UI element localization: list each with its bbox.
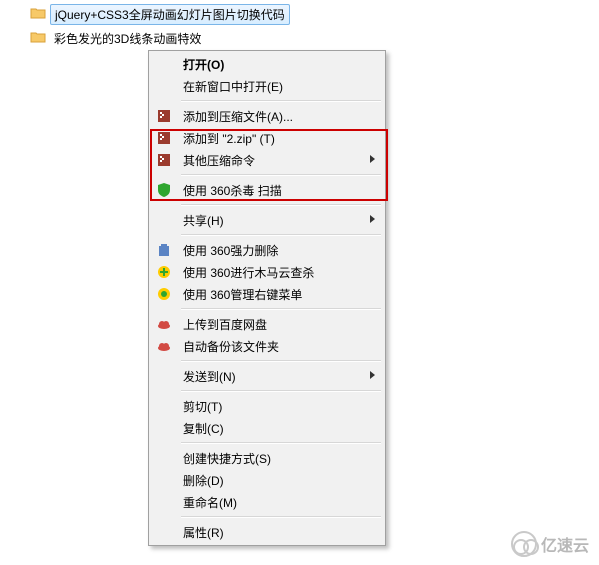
menu-separator — [181, 100, 381, 102]
menu-separator — [181, 516, 381, 518]
menu-auto-backup-label: 自动备份该文件夹 — [183, 338, 279, 355]
menu-force-delete-360[interactable]: 使用 360强力删除 — [151, 239, 383, 261]
menu-create-shortcut[interactable]: 创建快捷方式(S) — [151, 447, 383, 469]
shield-gear-icon — [156, 286, 172, 302]
archive-icon — [156, 152, 172, 168]
trash-icon — [156, 242, 172, 258]
menu-separator — [181, 174, 381, 176]
menu-delete-label: 删除(D) — [183, 472, 224, 489]
folder-label: jQuery+CSS3全屏动画幻灯片图片切换代码 — [50, 4, 290, 25]
menu-send-to-label: 发送到(N) — [183, 368, 236, 385]
folder-icon — [30, 5, 46, 24]
watermark-logo-icon — [511, 531, 537, 557]
menu-create-shortcut-label: 创建快捷方式(S) — [183, 450, 271, 467]
submenu-arrow-icon — [370, 155, 375, 163]
menu-delete[interactable]: 删除(D) — [151, 469, 383, 491]
folder-icon — [30, 29, 46, 48]
menu-separator — [181, 390, 381, 392]
menu-add-to-archive[interactable]: 添加到压缩文件(A)... — [151, 105, 383, 127]
menu-upload-baidu[interactable]: 上传到百度网盘 — [151, 313, 383, 335]
cloud-upload-icon — [156, 316, 172, 332]
menu-properties[interactable]: 属性(R) — [151, 521, 383, 543]
menu-add-to-zip[interactable]: 添加到 "2.zip" (T) — [151, 127, 383, 149]
menu-separator — [181, 204, 381, 206]
menu-open[interactable]: 打开(O) — [151, 53, 383, 75]
menu-open-label: 打开(O) — [183, 56, 224, 73]
menu-send-to[interactable]: 发送到(N) — [151, 365, 383, 387]
menu-cut[interactable]: 剪切(T) — [151, 395, 383, 417]
context-menu: 打开(O) 在新窗口中打开(E) 添加到压缩文件(A)... 添加到 "2.zi… — [148, 50, 386, 546]
folder-row[interactable]: jQuery+CSS3全屏动画幻灯片图片切换代码 — [28, 4, 599, 24]
menu-auto-backup[interactable]: 自动备份该文件夹 — [151, 335, 383, 357]
folder-row[interactable]: 彩色发光的3D线条动画特效 — [28, 28, 599, 48]
menu-trojan-scan-360[interactable]: 使用 360进行木马云查杀 — [151, 261, 383, 283]
menu-other-compress-label: 其他压缩命令 — [183, 152, 255, 169]
menu-separator — [181, 308, 381, 310]
menu-upload-baidu-label: 上传到百度网盘 — [183, 316, 267, 333]
menu-separator — [181, 234, 381, 236]
menu-rightclick-360-label: 使用 360管理右键菜单 — [183, 286, 302, 303]
shield-icon — [156, 182, 172, 198]
submenu-arrow-icon — [370, 371, 375, 379]
menu-copy-label: 复制(C) — [183, 420, 224, 437]
cloud-sync-icon — [156, 338, 172, 354]
menu-add-to-zip-label: 添加到 "2.zip" (T) — [183, 130, 275, 147]
menu-properties-label: 属性(R) — [183, 524, 224, 541]
menu-share[interactable]: 共享(H) — [151, 209, 383, 231]
menu-share-label: 共享(H) — [183, 212, 224, 229]
shield-plus-icon — [156, 264, 172, 280]
menu-copy[interactable]: 复制(C) — [151, 417, 383, 439]
menu-separator — [181, 442, 381, 444]
menu-rename[interactable]: 重命名(M) — [151, 491, 383, 513]
menu-open-new-window-label: 在新窗口中打开(E) — [183, 78, 283, 95]
menu-open-new-window[interactable]: 在新窗口中打开(E) — [151, 75, 383, 97]
menu-rename-label: 重命名(M) — [183, 494, 237, 511]
menu-force-delete-360-label: 使用 360强力删除 — [183, 242, 278, 259]
menu-add-to-archive-label: 添加到压缩文件(A)... — [183, 108, 293, 125]
folder-label: 彩色发光的3D线条动画特效 — [50, 29, 205, 48]
menu-cut-label: 剪切(T) — [183, 398, 222, 415]
archive-icon — [156, 108, 172, 124]
menu-rightclick-360[interactable]: 使用 360管理右键菜单 — [151, 283, 383, 305]
menu-trojan-scan-360-label: 使用 360进行木马云查杀 — [183, 264, 314, 281]
menu-scan-360-label: 使用 360杀毒 扫描 — [183, 182, 282, 199]
menu-separator — [181, 360, 381, 362]
menu-scan-360[interactable]: 使用 360杀毒 扫描 — [151, 179, 383, 201]
watermark: 亿速云 — [511, 531, 589, 557]
menu-other-compress[interactable]: 其他压缩命令 — [151, 149, 383, 171]
watermark-text: 亿速云 — [541, 532, 589, 556]
submenu-arrow-icon — [370, 215, 375, 223]
archive-icon — [156, 130, 172, 146]
